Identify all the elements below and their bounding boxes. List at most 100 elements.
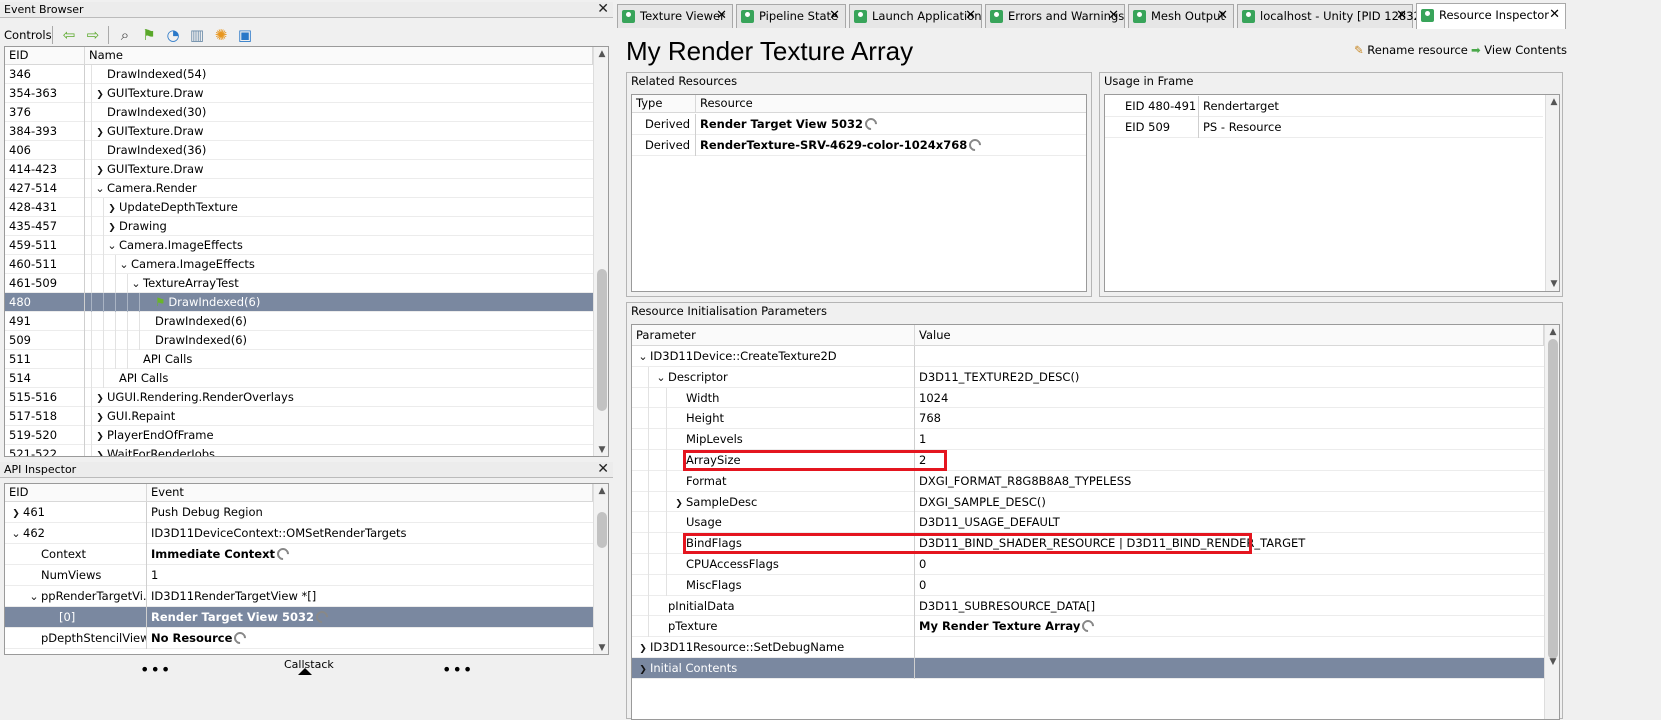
- flag-icon[interactable]: ⚑: [140, 26, 158, 44]
- scrollbar-thumb[interactable]: [1548, 339, 1558, 659]
- clock-icon[interactable]: ◔: [164, 26, 182, 44]
- expand-chevron-icon[interactable]: ❯: [93, 409, 107, 426]
- usage-row[interactable]: EID 480-491 Rendertarget: [1105, 96, 1543, 117]
- event-row[interactable]: 354-363 ❯ GUITexture.Draw: [5, 84, 593, 103]
- event-row[interactable]: 460-511 ⌄ Camera.ImageEffects: [5, 255, 593, 274]
- expand-chevron-icon[interactable]: ❯: [93, 390, 107, 407]
- link-icon[interactable]: [966, 136, 984, 154]
- event-row[interactable]: 514 API Calls: [5, 369, 593, 388]
- scroll-down-icon[interactable]: ▼: [594, 641, 608, 654]
- related-resource-row[interactable]: Derived RenderTexture-SRV-4629-color-1024…: [632, 135, 1086, 156]
- eid-column-header[interactable]: EID: [5, 47, 85, 65]
- type-column-header[interactable]: Type: [632, 95, 696, 113]
- link-icon[interactable]: [1079, 617, 1097, 635]
- scroll-up-icon[interactable]: ▲: [594, 47, 608, 61]
- event-row[interactable]: 384-393 ❯ GUITexture.Draw: [5, 122, 593, 141]
- param-row[interactable]: ⌄ ID3D11Device::CreateTexture2D: [632, 346, 1544, 367]
- event-row[interactable]: 406 DrawIndexed(36): [5, 141, 593, 160]
- api-row[interactable]: ⌄ 462 ID3D11DeviceContext::OMSetRenderTarg…: [5, 523, 593, 544]
- scroll-down-icon[interactable]: ▼: [1545, 655, 1559, 669]
- back-arrow-icon[interactable]: ⇦: [60, 26, 78, 44]
- expand-chevron-icon[interactable]: ⌄: [9, 523, 23, 544]
- event-row[interactable]: 480 ⚑ DrawIndexed(6): [5, 293, 593, 312]
- parameter-column-header[interactable]: Parameter: [632, 325, 915, 346]
- api-row[interactable]: Context Immediate Context: [5, 544, 593, 565]
- scrollbar-thumb[interactable]: [597, 269, 607, 411]
- param-row[interactable]: CPUAccessFlags 0: [632, 554, 1544, 575]
- expand-chevron-icon[interactable]: ❯: [636, 660, 650, 679]
- callstack-toggle-icon[interactable]: [298, 668, 312, 675]
- more-dots-icon[interactable]: •••: [442, 660, 473, 679]
- tab-localhost-unity-pid-12832[interactable]: localhost - Unity [PID 12832] ✕: [1237, 4, 1425, 28]
- param-row[interactable]: Width 1024: [632, 387, 1544, 409]
- api-row[interactable]: ❯ 461 Push Debug Region: [5, 502, 593, 523]
- api-row[interactable]: NumViews 1: [5, 565, 593, 586]
- event-row[interactable]: 461-509 ⌄ TextureArrayTest: [5, 274, 593, 293]
- link-icon[interactable]: [231, 629, 249, 647]
- param-row[interactable]: pInitialData D3D11_SUBRESOURCE_DATA[]: [632, 595, 1544, 617]
- expand-chevron-icon[interactable]: ❯: [636, 639, 650, 658]
- scroll-down-icon[interactable]: ▼: [594, 443, 608, 456]
- expand-chevron-icon[interactable]: ❯: [93, 447, 107, 456]
- expand-chevron-icon[interactable]: ❯: [93, 86, 107, 103]
- close-icon[interactable]: ✕: [829, 5, 840, 27]
- init-params-scrollbar[interactable]: ▲ ▼: [1544, 325, 1559, 719]
- param-row[interactable]: MiscFlags 0: [632, 574, 1544, 596]
- tab-pipeline-state[interactable]: Pipeline State ✕: [736, 4, 846, 28]
- scroll-down-icon[interactable]: ▼: [1546, 277, 1559, 291]
- event-row[interactable]: 376 DrawIndexed(30): [5, 103, 593, 122]
- api-tree-scrollbar[interactable]: ▲ ▼: [593, 484, 608, 654]
- expand-chevron-icon[interactable]: ⌄: [654, 368, 668, 388]
- resource-column-header[interactable]: Resource: [696, 95, 1086, 113]
- close-icon[interactable]: ✕: [965, 5, 976, 27]
- expand-chevron-icon[interactable]: ⌄: [636, 347, 650, 367]
- tab-errors-and-warnings[interactable]: Errors and Warnings ✕: [985, 4, 1125, 28]
- value-column-header[interactable]: Value: [915, 325, 1544, 346]
- link-icon[interactable]: [274, 545, 292, 563]
- param-row[interactable]: Usage D3D11_USAGE_DEFAULT: [632, 512, 1544, 534]
- statistics-icon[interactable]: ▥: [188, 26, 206, 44]
- event-row[interactable]: 511 API Calls: [5, 350, 593, 369]
- param-row[interactable]: MipLevels 1: [632, 429, 1544, 450]
- event-column-header[interactable]: Event: [147, 484, 593, 502]
- expand-chevron-icon[interactable]: ❯: [105, 219, 119, 236]
- event-row[interactable]: 428-431 ❯ UpdateDepthTexture: [5, 198, 593, 217]
- expand-chevron-icon[interactable]: ❯: [93, 124, 107, 141]
- event-row[interactable]: 491 DrawIndexed(6): [5, 312, 593, 331]
- event-row[interactable]: 346 DrawIndexed(54): [5, 65, 593, 84]
- param-row[interactable]: ❯ Initial Contents: [632, 658, 1544, 679]
- expand-chevron-icon[interactable]: ❯: [93, 162, 107, 179]
- event-row[interactable]: 517-518 ❯ GUI.Repaint: [5, 407, 593, 426]
- scroll-up-icon[interactable]: ▲: [594, 484, 608, 498]
- expand-chevron-icon[interactable]: ⌄: [117, 255, 131, 274]
- close-icon[interactable]: ✕: [1217, 5, 1228, 27]
- api-row[interactable]: ⌄ ppRenderTargetVi... ID3D11RenderTargetVi…: [5, 586, 593, 607]
- expand-chevron-icon[interactable]: ⌄: [93, 179, 107, 198]
- tab-launch-application[interactable]: Launch Application ✕: [849, 4, 982, 28]
- forward-arrow-icon[interactable]: ⇨: [84, 26, 102, 44]
- close-icon[interactable]: ✕: [716, 5, 727, 27]
- event-row[interactable]: 509 DrawIndexed(6): [5, 331, 593, 350]
- more-dots-icon[interactable]: •••: [140, 660, 171, 679]
- scroll-up-icon[interactable]: ▲: [1546, 95, 1559, 109]
- api-row[interactable]: pDepthStencilView No Resource: [5, 628, 593, 649]
- usage-row[interactable]: EID 509 PS - Resource: [1105, 117, 1543, 138]
- param-row[interactable]: Height 768: [632, 408, 1544, 430]
- param-row[interactable]: pTexture My Render Texture Array: [632, 616, 1544, 638]
- expand-chevron-icon[interactable]: ⌄: [27, 586, 41, 607]
- rename-resource-button[interactable]: ✎ Rename resource: [1354, 43, 1468, 57]
- event-row[interactable]: 515-516 ❯ UGUI.Rendering.RenderOverlays: [5, 388, 593, 407]
- settings-gear-icon[interactable]: ✺: [212, 26, 230, 44]
- tab-texture-viewer[interactable]: Texture Viewer ✕: [617, 4, 733, 28]
- event-row[interactable]: 459-511 ⌄ Camera.ImageEffects: [5, 236, 593, 255]
- expand-chevron-icon[interactable]: ❯: [9, 504, 23, 523]
- expand-chevron-icon[interactable]: ❯: [672, 494, 686, 513]
- scroll-up-icon[interactable]: ▲: [1545, 325, 1559, 339]
- link-icon[interactable]: [313, 608, 331, 626]
- event-row[interactable]: 519-520 ❯ PlayerEndOfFrame: [5, 426, 593, 445]
- param-row[interactable]: Format DXGI_FORMAT_R8G8B8A8_TYPELESS: [632, 470, 1544, 492]
- close-icon[interactable]: ✕: [1396, 5, 1407, 27]
- save-icon[interactable]: ▣: [236, 26, 254, 44]
- event-row[interactable]: 521-522 ❯ WaitForRenderJobs: [5, 445, 593, 456]
- tab-mesh-output[interactable]: Mesh Output ✕: [1128, 4, 1234, 28]
